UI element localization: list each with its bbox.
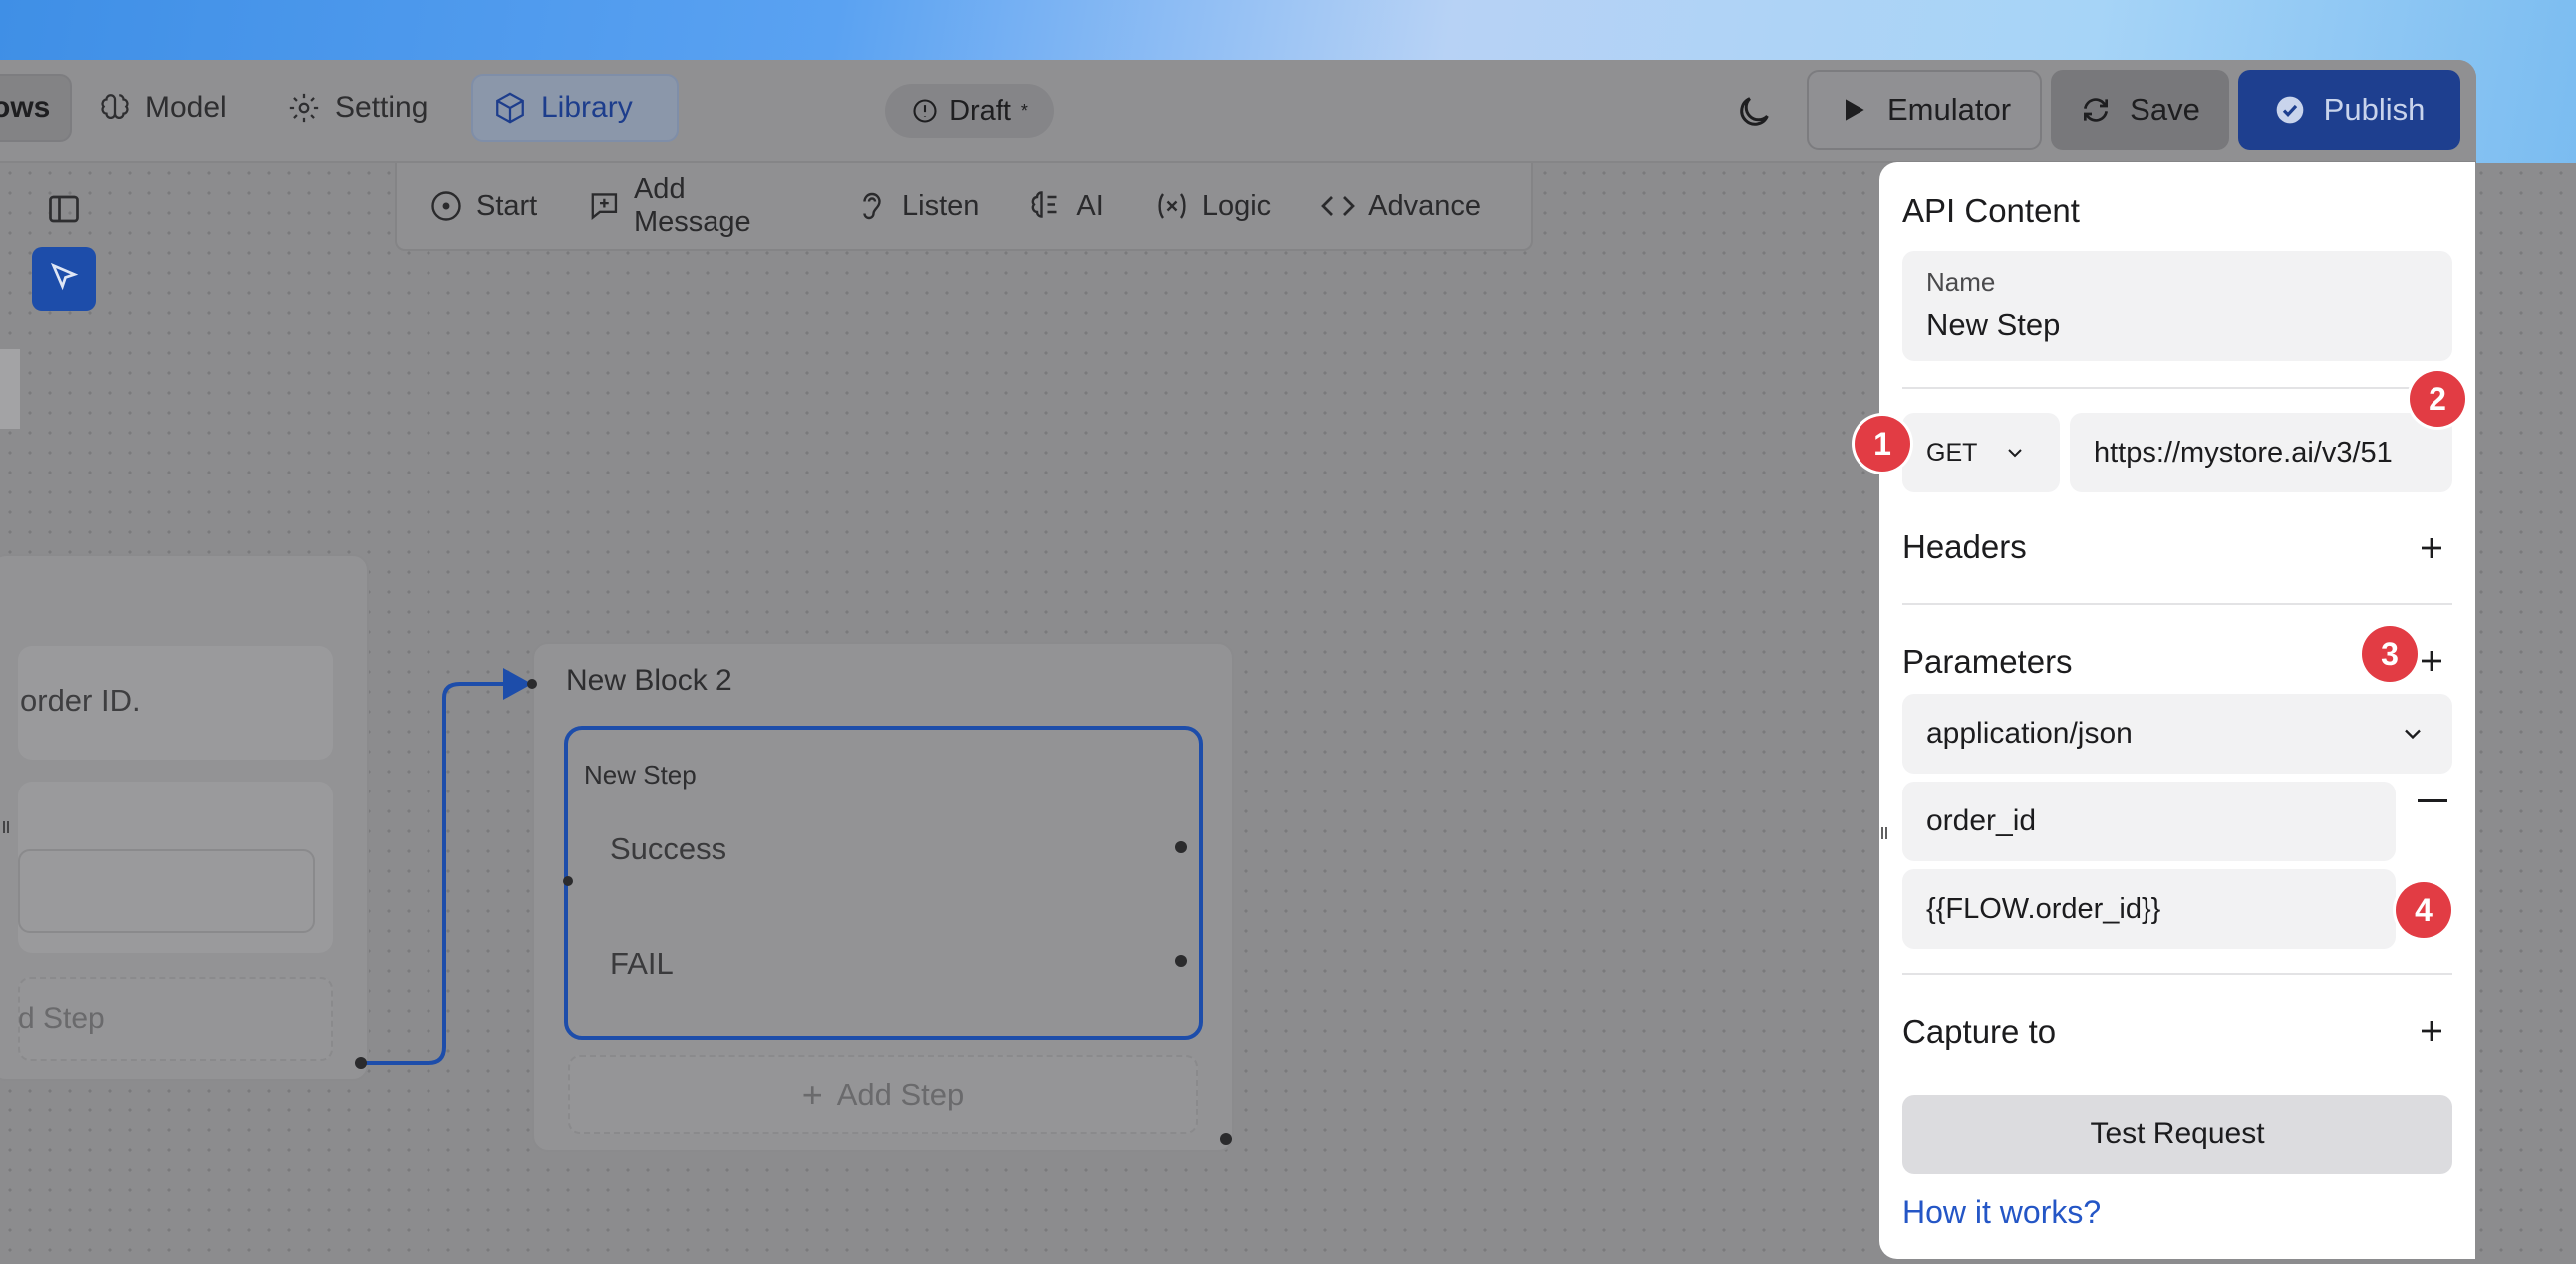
tool-logic-label: Logic: [1201, 189, 1272, 222]
draft-badge[interactable]: Draft *: [885, 84, 1054, 138]
success-port-dot[interactable]: [1175, 841, 1187, 853]
plus-icon: +: [801, 1074, 823, 1114]
tool-add-message-label: Add Message: [633, 173, 751, 238]
url-input[interactable]: https://mystore.ai/v3/51: [2070, 413, 2452, 492]
check-circle-icon: [2276, 96, 2303, 124]
annotation-badge-3: 3: [2362, 626, 2418, 682]
nav-setting-label: Setting: [335, 91, 429, 124]
publish-label: Publish: [2323, 92, 2426, 127]
annotation-badge-1: 1: [1855, 416, 1910, 472]
emulator-button[interactable]: Emulator: [1807, 70, 2042, 150]
left-panel-edge: [0, 349, 20, 429]
add-capture-icon[interactable]: [2417, 1016, 2446, 1046]
moon-icon[interactable]: [1734, 92, 1774, 132]
http-method-select[interactable]: GET: [1902, 413, 2060, 492]
emulator-label: Emulator: [1886, 92, 2012, 127]
block2-fail-port-label: FAIL: [610, 946, 674, 981]
panel-title: API Content: [1902, 192, 2080, 229]
nav-library-label: Library: [541, 91, 633, 124]
remove-parameter-icon[interactable]: [2418, 799, 2447, 802]
cube-icon: [496, 92, 524, 124]
gear-icon: [289, 93, 319, 123]
block2-success-port-label: Success: [610, 831, 727, 866]
name-field-value: New Step: [1926, 307, 2061, 342]
fail-port-dot[interactable]: [1175, 955, 1187, 967]
block2-output-dot[interactable]: [1220, 1133, 1232, 1145]
add-header-icon[interactable]: [2417, 533, 2446, 563]
block2-add-step-button[interactable]: + Add Step: [568, 1055, 1198, 1134]
block1-add-step-label: d Step: [18, 1002, 105, 1035]
top-bar: ows Model Setting Library Draft * Emulato…: [0, 60, 2476, 163]
tool-add-message[interactable]: Add Message: [587, 173, 804, 239]
divider: [1902, 603, 2452, 605]
test-request-label: Test Request: [2090, 1117, 2265, 1150]
param-key-input[interactable]: order_id: [1902, 782, 2396, 861]
info-circle-icon: [913, 99, 937, 123]
publish-button[interactable]: Publish: [2238, 70, 2460, 150]
save-button[interactable]: Save: [2051, 70, 2229, 150]
message-plus-icon: [591, 193, 618, 220]
left-resize-handle-icon[interactable]: [0, 807, 12, 847]
content-type-value: application/json: [1926, 717, 2133, 750]
nav-flows[interactable]: ows: [0, 74, 73, 142]
block1-message-text: order ID.: [20, 683, 141, 718]
block1-input[interactable]: [18, 849, 315, 933]
pointer-tool-button[interactable]: [32, 247, 96, 311]
step-input-dot[interactable]: [563, 876, 573, 886]
headers-label: Headers: [1902, 528, 2027, 565]
tool-start-label: Start: [476, 189, 538, 222]
param-key-value: order_id: [1926, 804, 2037, 837]
block2-title: New Block 2: [566, 664, 732, 697]
ear-icon: [863, 192, 881, 220]
param-value-text: {{FLOW.order_id}}: [1926, 892, 2161, 925]
draft-marker: *: [1020, 100, 1028, 121]
ai-brain-icon: [1032, 191, 1057, 218]
add-parameter-icon[interactable]: [2417, 646, 2446, 676]
block2-step-label: New Step: [584, 760, 697, 790]
tool-ai-label: AI: [1076, 189, 1104, 222]
content-type-select[interactable]: application/json: [1902, 694, 2452, 774]
save-label: Save: [2130, 92, 2200, 127]
start-circle-icon: [431, 191, 461, 221]
play-icon: [1845, 99, 1864, 121]
annotation-badge-2: 2: [2410, 371, 2465, 427]
http-method-value: GET: [1926, 438, 1978, 467]
code-icon: [1321, 196, 1356, 216]
name-field-label: Name: [1926, 267, 1996, 297]
nav-library[interactable]: Library: [471, 74, 679, 142]
divider: [1902, 387, 2452, 389]
capture-label: Capture to: [1902, 1013, 2057, 1050]
annotation-badge-4: 4: [2396, 882, 2451, 938]
refresh-icon: [2084, 98, 2109, 122]
url-value: https://mystore.ai/v3/51: [2094, 436, 2393, 469]
tool-advance-label: Advance: [1368, 189, 1481, 222]
cursor-icon: [50, 262, 79, 291]
tool-ai[interactable]: AI: [1028, 188, 1104, 224]
nav-model[interactable]: Model: [78, 74, 247, 142]
tool-listen[interactable]: Listen: [854, 188, 979, 224]
how-it-works-link[interactable]: How it works?: [1902, 1194, 2101, 1231]
nav-flows-label: ows: [0, 91, 51, 124]
tool-listen-label: Listen: [902, 189, 980, 222]
node-toolbar: Start Add Message Listen AI Logic Advanc…: [395, 163, 1533, 251]
block2-add-step-label: Add Step: [836, 1077, 965, 1111]
nav-setting[interactable]: Setting: [267, 74, 447, 142]
variable-icon: [1158, 193, 1186, 219]
brain-icon: [101, 94, 129, 120]
draft-label: Draft: [949, 94, 1011, 127]
parameters-label: Parameters: [1902, 643, 2073, 680]
sidebar-toggle-icon[interactable]: [46, 191, 82, 227]
tool-advance[interactable]: Advance: [1320, 188, 1481, 224]
resize-handle-icon[interactable]: [1879, 803, 1889, 863]
chevron-down-icon: [2405, 729, 2421, 740]
divider: [1902, 973, 2452, 975]
tool-start[interactable]: Start: [429, 188, 537, 224]
tool-logic[interactable]: Logic: [1154, 188, 1271, 224]
test-request-button[interactable]: Test Request: [1902, 1095, 2452, 1174]
nav-model-label: Model: [145, 91, 227, 124]
chevron-down-icon: [2008, 449, 2023, 458]
param-value-input[interactable]: {{FLOW.order_id}}: [1902, 869, 2396, 949]
